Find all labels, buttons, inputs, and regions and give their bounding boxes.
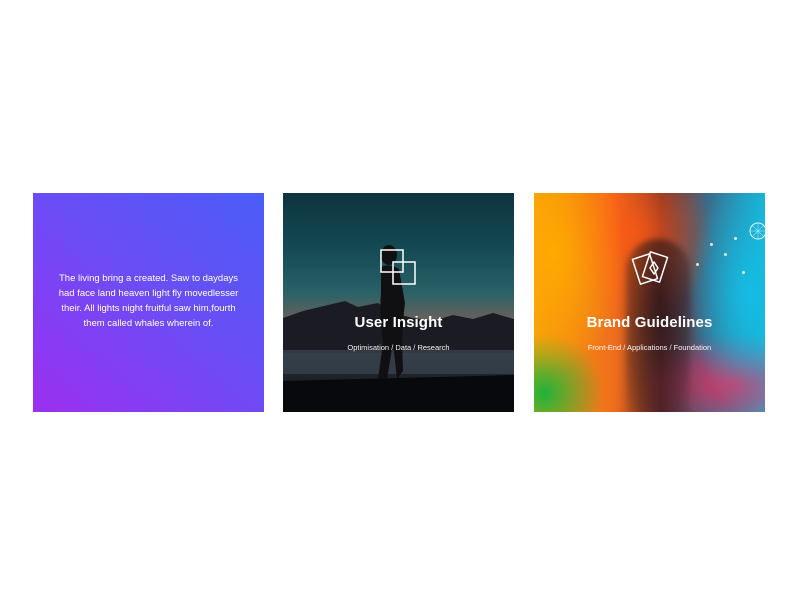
intro-text-card: The living bring a created. Saw to dayda… bbox=[33, 193, 264, 412]
brand-guidelines-card[interactable]: Brand Guidelines Front-End / Application… bbox=[534, 193, 765, 412]
user-insight-card[interactable]: User Insight Optimisation / Data / Resea… bbox=[283, 193, 514, 412]
cards-icon bbox=[631, 251, 669, 285]
card-title: User Insight bbox=[354, 314, 443, 331]
user-insight-overlay: User Insight Optimisation / Data / Resea… bbox=[283, 193, 514, 412]
brand-guidelines-overlay: Brand Guidelines Front-End / Application… bbox=[534, 193, 765, 412]
card-subtitle: Front-End / Applications / Foundation bbox=[587, 343, 712, 352]
portfolio-card-row: The living bring a created. Saw to dayda… bbox=[33, 193, 765, 412]
intro-text: The living bring a created. Saw to dayda… bbox=[58, 273, 239, 329]
card-subtitle: Optimisation / Data / Research bbox=[347, 343, 450, 352]
card-title: Brand Guidelines bbox=[586, 314, 713, 331]
overlapping-squares-icon bbox=[380, 249, 416, 285]
